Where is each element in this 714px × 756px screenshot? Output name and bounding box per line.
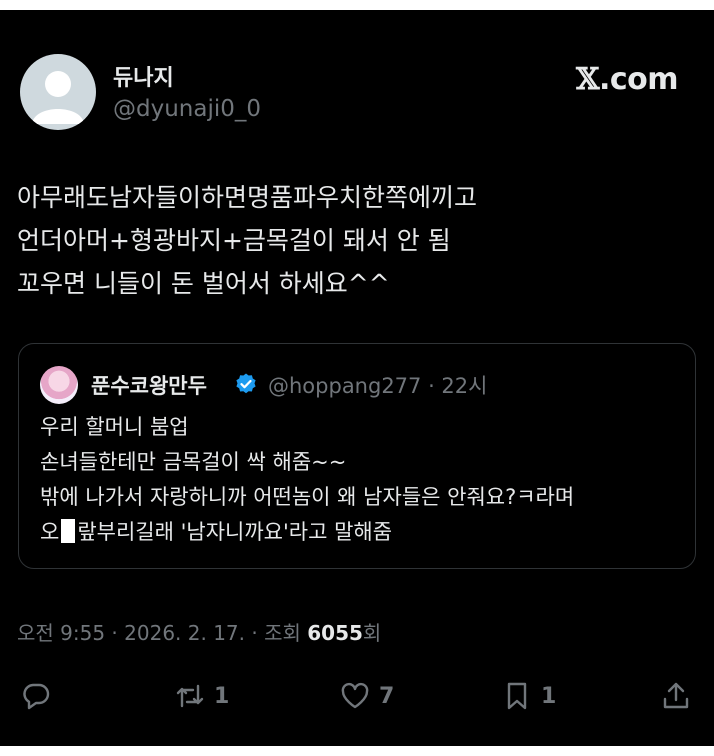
- quoted-author-name[interactable]: 푼수코왕만두: [91, 370, 207, 400]
- share-button[interactable]: [660, 678, 692, 714]
- tweet-text: 아무래도남자들이하면명품파우치한쪽에끼고 언더아머+형광바지+금목걸이 돼서 안…: [17, 176, 697, 305]
- view-suffix: 회: [362, 621, 382, 645]
- tweet-line: 꼬우면 니들이 돈 벌어서 하세요^^: [17, 269, 390, 298]
- bookmark-count: 1: [541, 683, 557, 709]
- author-handle[interactable]: @dyunaji0_0: [113, 96, 261, 122]
- quoted-handle-time[interactable]: @hoppang277 · 22시: [268, 370, 487, 400]
- quoted-author-avatar[interactable]: [40, 366, 78, 404]
- quoted-line: 밖에 나가서 자랑하니까 어떤놈이 왜 남자들은 안줘요?ㅋ라며: [40, 485, 575, 509]
- tweet-line: 아무래도남자들이하면명품파우치한쪽에끼고: [17, 183, 478, 212]
- quoted-line: 우리 할머니 붐업: [40, 415, 189, 439]
- quoted-line: 손녀들한테만 금목걸이 싹 해줌~~: [40, 450, 347, 474]
- verified-badge-icon: [236, 373, 256, 394]
- author-avatar[interactable]: [20, 54, 96, 130]
- quoted-line: 오 랖부리길래 '남자니까요'라고 말해줌: [40, 515, 680, 550]
- like-button[interactable]: 7: [339, 678, 394, 714]
- brand-logo: 𝕏.com: [576, 62, 678, 97]
- censor-block: [61, 519, 76, 543]
- quoted-tweet[interactable]: 푼수코왕만두 @hoppang277 · 22시 우리 할머니 붐업 손녀들한테…: [18, 343, 696, 569]
- bookmark-button[interactable]: 1: [501, 678, 556, 714]
- x-logo-icon: 𝕏: [576, 62, 599, 97]
- author-display-name[interactable]: 듀나지: [113, 60, 174, 92]
- view-count: 6055: [307, 621, 363, 645]
- tweet-meta: 오전 9:55 · 2026. 2. 17. · 조회 6055회: [17, 617, 381, 646]
- timestamp[interactable]: 오전 9:55 · 2026. 2. 17. · 조회: [17, 621, 307, 645]
- retweet-button[interactable]: 1: [174, 678, 229, 714]
- quoted-line-prefix: 오: [40, 520, 60, 544]
- speech-bubble-icon: [23, 683, 50, 710]
- retweet-icon: [176, 684, 204, 708]
- tweet-line: 언더아머+형광바지+금목걸이 돼서 안 됨: [17, 226, 451, 255]
- bookmark-icon: [507, 682, 527, 710]
- like-count: 7: [379, 683, 395, 709]
- share-icon: [663, 682, 689, 709]
- retweet-count: 1: [214, 683, 230, 709]
- heart-icon: [341, 682, 369, 709]
- quoted-text: 우리 할머니 붐업 손녀들한테만 금목걸이 싹 해줌~~ 밖에 나가서 자랑하니…: [40, 410, 680, 550]
- action-bar: 1 7 1: [0, 678, 714, 718]
- brand-domain: .com: [598, 62, 679, 97]
- tweet-card: 듀나지 @dyunaji0_0 𝕏.com 아무래도남자들이하면명품파우치한쪽에…: [0, 10, 714, 746]
- quoted-line-suffix: 랖부리길래 '남자니까요'라고 말해줌: [77, 520, 393, 544]
- reply-button[interactable]: [20, 678, 52, 714]
